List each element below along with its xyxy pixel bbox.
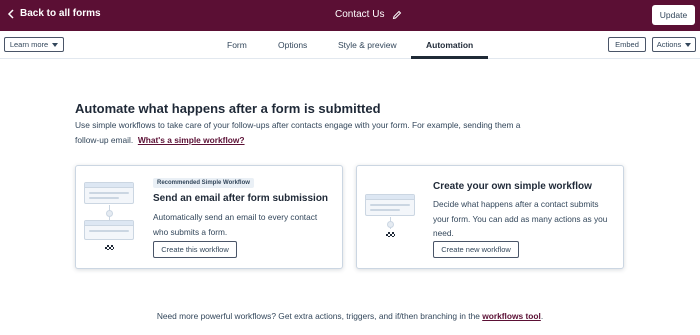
- top-navigation-bar: Back to all forms Contact Us Update: [0, 0, 700, 31]
- actions-label: Actions: [656, 40, 682, 49]
- form-editor-toolbar: Learn more Form Options Style & preview …: [0, 31, 700, 59]
- create-new-workflow-button[interactable]: Create new workflow: [433, 241, 519, 258]
- tab-bar: Form Options Style & preview Automation: [0, 31, 700, 59]
- finish-flag-icon: [386, 232, 395, 237]
- create-this-workflow-button[interactable]: Create this workflow: [153, 241, 237, 258]
- update-button[interactable]: Update: [652, 5, 695, 25]
- workflows-tool-promo: Need more powerful workflows? Get extra …: [0, 311, 700, 321]
- workflow-illustration: [365, 194, 417, 242]
- plus-node-icon: [106, 210, 113, 217]
- card-description: Decide what happens after a contact subm…: [433, 199, 608, 238]
- actions-dropdown[interactable]: Actions: [652, 37, 696, 52]
- finish-flag-icon: [105, 245, 114, 250]
- page-title: Automate what happens after a form is su…: [75, 101, 381, 116]
- back-link-label: Back to all forms: [20, 8, 101, 19]
- simple-workflow-help-link[interactable]: What's a simple workflow?: [138, 135, 245, 145]
- recommended-workflow-card: Recommended Simple Workflow Send an emai…: [75, 165, 343, 269]
- tab-style-preview[interactable]: Style & preview: [338, 40, 397, 50]
- custom-workflow-card: Create your own simple workflow Decide w…: [356, 165, 624, 269]
- back-to-forms-link[interactable]: Back to all forms: [7, 8, 101, 19]
- card-description: Automatically send an email to every con…: [153, 212, 318, 237]
- plus-node-icon: [387, 221, 394, 228]
- recommended-badge: Recommended Simple Workflow: [153, 178, 254, 188]
- promo-text: Need more powerful workflows? Get extra …: [156, 311, 480, 321]
- workflow-illustration: [84, 182, 136, 252]
- embed-button[interactable]: Embed: [608, 37, 646, 52]
- promo-suffix: .: [540, 311, 544, 321]
- caret-down-icon: [685, 42, 692, 47]
- card-title: Send an email after form submission: [153, 193, 329, 204]
- card-title: Create your own simple workflow: [433, 181, 592, 192]
- workflows-tool-link[interactable]: workflows tool: [482, 311, 541, 321]
- tab-options[interactable]: Options: [278, 40, 307, 50]
- chevron-left-icon: [7, 8, 14, 19]
- form-name-label: Contact Us: [335, 9, 385, 20]
- tab-automation[interactable]: Automation: [426, 40, 473, 50]
- page-description: Use simple workflows to take care of you…: [75, 118, 535, 148]
- form-name-editor[interactable]: Contact Us: [335, 9, 402, 20]
- active-tab-indicator: [411, 56, 488, 59]
- pencil-icon[interactable]: [392, 10, 402, 20]
- tab-form[interactable]: Form: [227, 40, 247, 50]
